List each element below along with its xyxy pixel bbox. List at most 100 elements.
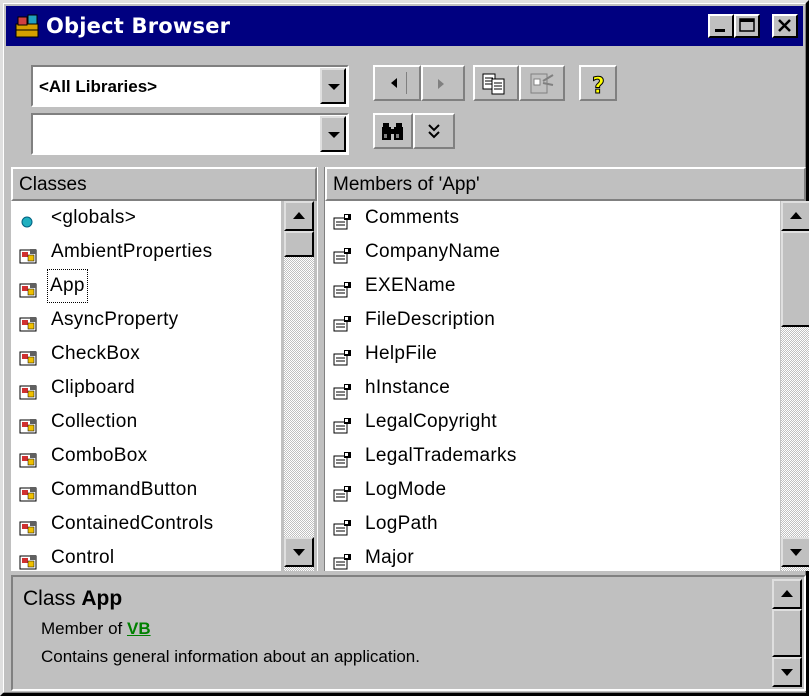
member-row[interactable]: Major (325, 541, 780, 571)
copy-to-clipboard-button[interactable] (473, 65, 519, 101)
members-list[interactable]: Comments CompanyName EXEName FileDescriptio… (325, 201, 780, 571)
class-icon (19, 515, 39, 536)
minimize-icon (715, 29, 725, 32)
arrow-left-icon (391, 72, 407, 94)
class-row-label: AsyncProperty (51, 309, 179, 330)
member-row[interactable]: EXEName (325, 269, 780, 303)
maximize-icon (739, 18, 755, 32)
go-forward-button (421, 65, 465, 101)
member-row-label: HelpFile (365, 343, 438, 364)
member-row-label: FileDescription (365, 309, 496, 330)
members-scroll-up-button[interactable] (781, 201, 809, 231)
help-button[interactable]: ? (579, 65, 617, 101)
class-row[interactable]: <globals> (11, 201, 281, 235)
class-row-label: Clipboard (51, 377, 136, 398)
details-scroll-down-button[interactable] (772, 657, 802, 687)
class-row[interactable]: CheckBox (11, 337, 281, 371)
member-row[interactable]: HelpFile (325, 337, 780, 371)
members-scrollbar[interactable] (781, 201, 809, 571)
maximize-button[interactable] (734, 14, 760, 38)
close-icon (778, 19, 791, 32)
close-button[interactable] (772, 14, 798, 38)
member-row-label: Major (365, 547, 415, 568)
property-icon (333, 549, 353, 570)
library-combo[interactable]: <All Libraries> (31, 65, 349, 107)
class-row[interactable]: Collection (11, 405, 281, 439)
details-scroll-up-button[interactable] (772, 579, 802, 609)
class-icon (19, 481, 39, 502)
class-row[interactable]: ComboBox (11, 439, 281, 473)
class-icon (19, 447, 39, 468)
class-row-label: ContainedControls (51, 513, 214, 534)
class-row-label: AmbientProperties (51, 241, 213, 262)
class-row-label: ComboBox (51, 445, 148, 466)
classes-scroll-thumb[interactable] (284, 231, 314, 257)
members-scroll-thumb[interactable] (781, 231, 809, 327)
class-row-label: App (47, 269, 88, 303)
class-row[interactable]: AsyncProperty (11, 303, 281, 337)
member-row[interactable]: LegalCopyright (325, 405, 780, 439)
member-of-label: Member of (41, 619, 123, 638)
double-chevron-down-icon (428, 124, 440, 139)
show-search-results-button[interactable] (413, 113, 455, 149)
class-row[interactable]: Control (11, 541, 281, 571)
search-combo-dropdown-button[interactable] (320, 116, 346, 152)
class-icon (19, 549, 39, 570)
property-icon (333, 311, 353, 332)
search-button[interactable] (373, 113, 413, 149)
class-icon (19, 311, 39, 332)
title-bar[interactable]: Object Browser (6, 6, 803, 46)
details-title: Class App (23, 587, 122, 611)
class-row-label: <globals> (51, 207, 137, 228)
member-row-label: Comments (365, 207, 460, 228)
details-scroll-thumb[interactable] (772, 609, 802, 657)
class-row[interactable]: CommandButton (11, 473, 281, 507)
property-icon (333, 481, 353, 502)
member-row[interactable]: LogMode (325, 473, 780, 507)
members-header: Members of 'App' (325, 167, 806, 201)
search-text-combo[interactable] (31, 113, 349, 155)
member-row-label: hInstance (365, 377, 451, 398)
classes-list[interactable]: <globals> AmbientProperties App AsyncProper… (11, 201, 281, 571)
details-pane: Class App Member of VB Contains general … (11, 575, 806, 691)
object-browser-window: Object Browser <All Libraries> ? Classes… (0, 0, 809, 696)
classes-scroll-down-button[interactable] (284, 537, 314, 567)
members-scroll-down-button[interactable] (781, 537, 809, 567)
member-row[interactable]: LegalTrademarks (325, 439, 780, 473)
property-icon (333, 277, 353, 298)
property-icon (333, 379, 353, 400)
pane-splitter[interactable] (317, 167, 325, 571)
help-icon: ? (592, 74, 606, 100)
class-row[interactable]: Clipboard (11, 371, 281, 405)
classes-scroll-up-button[interactable] (284, 201, 314, 231)
member-row[interactable]: CompanyName (325, 235, 780, 269)
class-icon (19, 379, 39, 400)
member-row[interactable]: LogPath (325, 507, 780, 541)
details-member-of: Member of VB (41, 619, 151, 639)
class-icon (19, 243, 39, 264)
member-row[interactable]: Comments (325, 201, 780, 235)
member-row-label: EXEName (365, 275, 456, 296)
class-row-label: Collection (51, 411, 138, 432)
class-row[interactable]: App (11, 269, 281, 303)
details-scrollbar[interactable] (772, 579, 802, 687)
globals-icon (19, 209, 39, 228)
class-row[interactable]: ContainedControls (11, 507, 281, 541)
go-back-button[interactable] (373, 65, 421, 101)
property-icon (333, 413, 353, 434)
classes-header: Classes (11, 167, 317, 201)
minimize-button[interactable] (708, 14, 734, 38)
member-row[interactable]: hInstance (325, 371, 780, 405)
class-row[interactable]: AmbientProperties (11, 235, 281, 269)
classes-scrollbar[interactable] (284, 201, 314, 571)
binoculars-icon (382, 123, 403, 140)
class-row-label: CommandButton (51, 479, 198, 500)
member-of-link[interactable]: VB (127, 619, 151, 638)
details-description: Contains general information about an ap… (41, 647, 420, 666)
library-combo-dropdown-button[interactable] (320, 68, 346, 104)
details-name: App (81, 587, 123, 610)
property-icon (333, 447, 353, 468)
member-row[interactable]: FileDescription (325, 303, 780, 337)
class-row-label: CheckBox (51, 343, 140, 364)
class-icon (19, 413, 39, 434)
